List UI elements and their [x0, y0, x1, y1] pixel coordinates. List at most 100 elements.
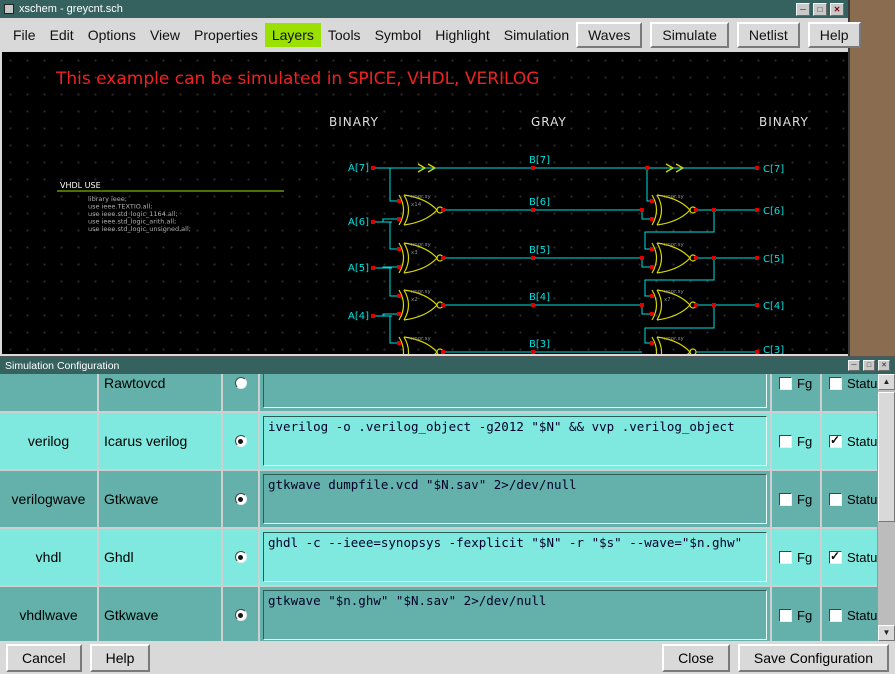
dialog-maximize-icon[interactable]: □: [863, 360, 875, 371]
command-input[interactable]: [263, 374, 767, 408]
status-checkbox[interactable]: ✓: [829, 376, 842, 390]
tool-label: Ghdl: [99, 529, 221, 585]
dialog-title: Simulation Configuration: [5, 359, 120, 372]
menu-file[interactable]: File: [6, 23, 43, 47]
waves-button[interactable]: Waves: [576, 22, 643, 48]
fg-label: Fg: [797, 607, 813, 623]
status-checkbox[interactable]: ✓: [829, 549, 842, 564]
window-controls: ─ □ ✕: [796, 2, 844, 16]
menu-tools[interactable]: Tools: [321, 23, 368, 47]
pin-label-b7: B[7]: [529, 155, 550, 166]
command-input[interactable]: gtkwave dumpfile.vcd "$N.sav" 2>/dev/nul…: [263, 474, 767, 524]
simulation-config-dialog: Simulation Configuration ─ □ ✕ Rawtovcd …: [0, 356, 895, 674]
svg-text:x3: x3: [411, 250, 418, 256]
close-button-dialog[interactable]: Close: [662, 643, 730, 672]
pin-label-b3: B[3]: [529, 339, 550, 350]
svg-text:xnor.sy: xnor.sy: [411, 289, 431, 295]
pin-label-b4: B[4]: [529, 292, 550, 303]
scrollbar[interactable]: ▲ ▼: [877, 374, 895, 641]
status-label: Status: [847, 375, 877, 391]
status-label: Status: [847, 491, 877, 507]
svg-text:xnor.sy: xnor.sy: [411, 336, 431, 342]
svg-text:x14: x14: [411, 202, 422, 208]
simconf-row-verilog: verilog Icarus verilog iverilog -o .veri…: [0, 413, 877, 469]
command-input[interactable]: gtkwave "$n.ghw" "$N.sav" 2>/dev/null: [263, 590, 767, 640]
window-icon: [4, 4, 14, 14]
help-button[interactable]: Help: [807, 22, 861, 48]
pin-label-c4: C[4]: [763, 301, 784, 312]
simconf-table: Rawtovcd ✓ Fg ✓ Status verilog Icarus veri…: [0, 374, 877, 641]
command-input[interactable]: iverilog -o .verilog_object -g2012 "$N" …: [263, 416, 767, 466]
maximize-icon[interactable]: □: [813, 2, 827, 16]
minimize-icon[interactable]: ─: [796, 2, 810, 16]
command-input[interactable]: ghdl -c --ieee=synopsys -fexplicit "$N" …: [263, 532, 767, 582]
svg-text:xnor.sy: xnor.sy: [664, 289, 684, 295]
default-tool-radio[interactable]: [234, 493, 247, 505]
fg-label: Fg: [797, 549, 813, 565]
simulate-button[interactable]: Simulate: [650, 22, 729, 48]
cancel-button[interactable]: Cancel: [6, 643, 82, 672]
dialog-titlebar[interactable]: Simulation Configuration ─ □ ✕: [0, 357, 895, 374]
vhdl-use-title: VHDL USE: [60, 181, 101, 190]
default-tool-radio[interactable]: [234, 435, 247, 447]
menu-simulation[interactable]: Simulation: [497, 23, 576, 47]
header-binary-right: BINARY: [759, 115, 809, 129]
svg-text:xnor.sy: xnor.sy: [664, 194, 684, 200]
close-icon[interactable]: ✕: [830, 2, 844, 16]
fg-checkbox[interactable]: ✓: [779, 434, 792, 448]
schematic: This example can be simulated in SPICE, …: [55, 69, 809, 354]
tool-label: Gtkwave: [99, 587, 221, 641]
fg-checkbox[interactable]: ✓: [779, 608, 792, 622]
help-button-dialog[interactable]: Help: [89, 643, 151, 672]
default-tool-radio[interactable]: [234, 551, 247, 563]
menu-symbol[interactable]: Symbol: [368, 23, 429, 47]
banner-text: This example can be simulated in SPICE, …: [55, 69, 539, 89]
menubar: File Edit Options View Properties Layers…: [0, 18, 861, 52]
scrollbar-thumb[interactable]: [878, 392, 895, 522]
svg-text:x7: x7: [664, 297, 671, 303]
tool-group-name: verilogwave: [0, 471, 97, 527]
dialog-minimize-icon[interactable]: ─: [848, 360, 860, 371]
menu-view[interactable]: View: [143, 23, 187, 47]
desktop: { "icons": { "minimize": "─", "maximize"…: [0, 0, 895, 674]
status-checkbox[interactable]: ✓: [829, 608, 842, 622]
fg-checkbox[interactable]: ✓: [779, 492, 792, 506]
pin-label-c7: C[7]: [763, 164, 784, 175]
scroll-down-icon[interactable]: ▼: [878, 625, 895, 641]
status-checkbox[interactable]: ✓: [829, 433, 842, 448]
tool-label: Rawtovcd: [99, 374, 221, 411]
schematic-canvas[interactable]: This example can be simulated in SPICE, …: [2, 52, 848, 354]
menu-highlight[interactable]: Highlight: [428, 23, 496, 47]
save-configuration-button[interactable]: Save Configuration: [737, 643, 889, 672]
pin-label-a5: A[5]: [348, 263, 369, 274]
netlist-button[interactable]: Netlist: [736, 22, 800, 48]
default-tool-radio[interactable]: [234, 377, 247, 389]
fg-checkbox[interactable]: ✓: [779, 376, 792, 390]
status-label: Status: [847, 433, 877, 449]
menu-edit[interactable]: Edit: [43, 23, 81, 47]
status-label: Status: [847, 549, 877, 565]
status-checkbox[interactable]: ✓: [829, 492, 842, 506]
menu-options[interactable]: Options: [81, 23, 143, 47]
tool-group-name: vhdlwave: [0, 587, 97, 641]
xnor-gates-right: [651, 194, 697, 354]
pin-label-b6: B[6]: [529, 197, 550, 208]
simconf-row-verilogwave: verilogwave Gtkwave gtkwave dumpfile.vcd…: [0, 471, 877, 527]
header-gray: GRAY: [531, 115, 567, 129]
scroll-up-icon[interactable]: ▲: [878, 374, 895, 390]
menu-properties[interactable]: Properties: [187, 23, 265, 47]
dialog-footer: Cancel Help Close Save Configuration: [0, 641, 895, 674]
status-label: Status: [847, 607, 877, 623]
window-titlebar[interactable]: xschem - greycnt.sch ─ □ ✕: [0, 0, 848, 18]
pin-label-a6: A[6]: [348, 217, 369, 228]
pin-label-b5: B[5]: [529, 245, 550, 256]
menu-layers[interactable]: Layers: [264, 23, 321, 47]
svg-text:x2: x2: [411, 297, 418, 303]
pin-label-c3: C[3]: [763, 345, 784, 354]
gate-labels: xnor.sy x14 xnor.sy x3 xnor.sy x2 xnor.sy x…: [411, 194, 684, 342]
default-tool-radio[interactable]: [234, 609, 247, 621]
dialog-close-icon[interactable]: ✕: [878, 360, 890, 371]
svg-text:xnor.sy: xnor.sy: [664, 242, 684, 248]
simconf-row-rawtovcd: Rawtovcd ✓ Fg ✓ Status: [0, 374, 877, 411]
fg-checkbox[interactable]: ✓: [779, 550, 792, 564]
